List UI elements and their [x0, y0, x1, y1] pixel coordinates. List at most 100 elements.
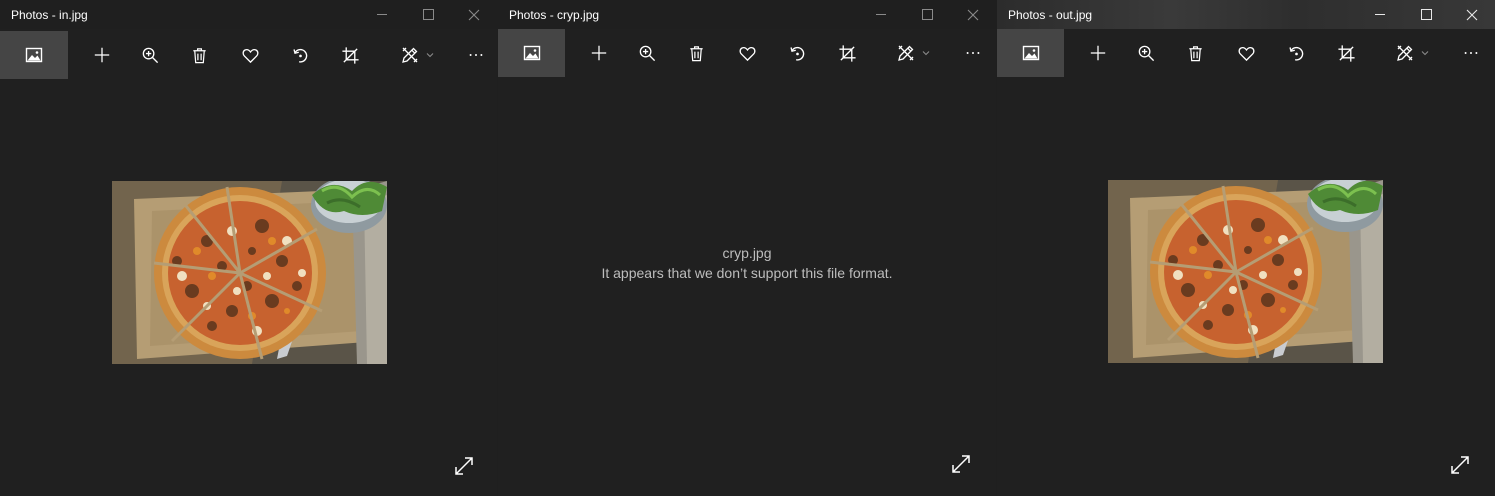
favorite-button[interactable]: [725, 29, 769, 77]
edit-draw-icon: [1395, 43, 1415, 63]
maximize-button[interactable]: [405, 0, 451, 29]
favorite-button[interactable]: [1224, 29, 1268, 77]
add-icon: [590, 44, 608, 62]
delete-icon: [687, 44, 706, 63]
see-all-photos-button[interactable]: [0, 31, 68, 79]
zoom-in-icon: [1137, 44, 1156, 63]
add-button[interactable]: [80, 31, 124, 79]
image-viewer[interactable]: cryp.jpg It appears that we don’t suppor…: [498, 79, 996, 496]
close-icon: [468, 9, 480, 21]
full-screen-button[interactable]: [1448, 453, 1472, 477]
more-button[interactable]: [1449, 29, 1493, 77]
zoom-in-icon: [638, 44, 657, 63]
full-screen-button[interactable]: [949, 452, 973, 476]
close-button[interactable]: [1449, 0, 1495, 29]
toolbar: [997, 29, 1495, 77]
add-button[interactable]: [577, 29, 621, 77]
chevron-down-icon: [921, 48, 931, 58]
more-icon: [1462, 44, 1480, 62]
title-bar[interactable]: Photos - out.jpg: [997, 0, 1495, 29]
crop-icon: [838, 44, 857, 63]
delete-icon: [190, 46, 209, 65]
favorite-button[interactable]: [228, 31, 272, 79]
delete-button[interactable]: [674, 29, 718, 77]
title-bar[interactable]: Photos - in.jpg: [0, 0, 497, 29]
image-viewer[interactable]: [997, 79, 1495, 496]
crop-button[interactable]: [1324, 29, 1368, 77]
rotate-button[interactable]: [1274, 29, 1318, 77]
expand-icon: [1450, 455, 1470, 475]
error-filename: cryp.jpg: [722, 245, 772, 261]
see-all-photos-button[interactable]: [498, 29, 565, 77]
edit-draw-button[interactable]: [1385, 29, 1441, 77]
delete-button[interactable]: [1173, 29, 1217, 77]
gallery-icon: [24, 45, 44, 65]
close-button[interactable]: [451, 0, 497, 29]
add-icon: [93, 46, 111, 64]
maximize-icon: [1420, 9, 1432, 20]
edit-draw-button[interactable]: [886, 29, 942, 77]
see-all-photos-button[interactable]: [997, 29, 1064, 77]
full-screen-button[interactable]: [452, 454, 476, 478]
add-button[interactable]: [1076, 29, 1120, 77]
unsupported-format-message: cryp.jpg It appears that we don’t suppor…: [498, 243, 996, 283]
photos-window-out: Photos - out.jpg: [997, 0, 1495, 496]
photo-image: [112, 181, 387, 364]
favorite-icon: [241, 46, 260, 65]
more-button[interactable]: [951, 29, 995, 77]
favorite-icon: [1237, 44, 1256, 63]
window-title: Photos - out.jpg: [1008, 8, 1093, 22]
title-bar[interactable]: Photos - cryp.jpg: [498, 0, 996, 29]
minimize-icon: [876, 14, 886, 15]
photos-window-cryp: Photos - cryp.jpg cryp.jpg It appears th…: [498, 0, 996, 496]
edit-draw-icon: [400, 45, 420, 65]
favorite-icon: [738, 44, 757, 63]
crop-button[interactable]: [328, 31, 372, 79]
expand-icon: [454, 456, 474, 476]
photos-window-in: Photos - in.jpg: [0, 0, 497, 496]
zoom-button[interactable]: [128, 31, 172, 79]
close-icon: [967, 9, 979, 21]
more-icon: [467, 46, 485, 64]
chevron-down-icon: [425, 50, 435, 60]
crop-button[interactable]: [825, 29, 869, 77]
rotate-icon: [291, 46, 310, 65]
maximize-button[interactable]: [904, 0, 950, 29]
rotate-icon: [1287, 44, 1306, 63]
delete-icon: [1186, 44, 1205, 63]
maximize-icon: [422, 9, 434, 20]
edit-draw-button[interactable]: [390, 31, 446, 79]
chevron-down-icon: [1420, 48, 1430, 58]
delete-button[interactable]: [177, 31, 221, 79]
crop-icon: [341, 46, 360, 65]
minimize-button[interactable]: [1357, 0, 1403, 29]
minimize-icon: [377, 14, 387, 15]
gallery-icon: [522, 43, 542, 63]
zoom-button[interactable]: [1124, 29, 1168, 77]
window-title: Photos - cryp.jpg: [509, 8, 600, 22]
rotate-icon: [788, 44, 807, 63]
zoom-in-icon: [141, 46, 160, 65]
maximize-icon: [921, 9, 933, 20]
window-title: Photos - in.jpg: [11, 8, 88, 22]
more-button[interactable]: [454, 31, 497, 79]
rotate-button[interactable]: [775, 29, 819, 77]
maximize-button[interactable]: [1403, 0, 1449, 29]
toolbar: [498, 29, 996, 77]
close-icon: [1466, 9, 1478, 21]
expand-icon: [951, 454, 971, 474]
image-viewer[interactable]: [0, 79, 497, 496]
close-button[interactable]: [950, 0, 996, 29]
crop-icon: [1337, 44, 1356, 63]
zoom-button[interactable]: [625, 29, 669, 77]
minimize-icon: [1375, 14, 1385, 15]
minimize-button[interactable]: [359, 0, 405, 29]
more-icon: [964, 44, 982, 62]
rotate-button[interactable]: [278, 31, 322, 79]
toolbar: [0, 31, 497, 79]
gallery-icon: [1021, 43, 1041, 63]
edit-draw-icon: [896, 43, 916, 63]
add-icon: [1089, 44, 1107, 62]
photo-image: [1108, 180, 1383, 363]
minimize-button[interactable]: [858, 0, 904, 29]
